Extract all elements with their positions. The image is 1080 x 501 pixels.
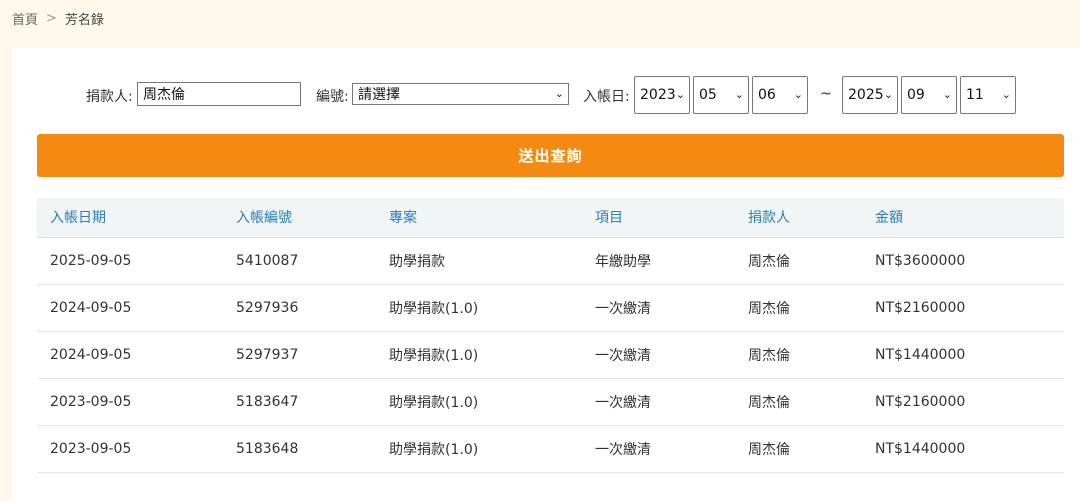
from-day-select[interactable]: 06 ⌄ <box>752 76 808 114</box>
date-range-separator: ~ <box>820 86 832 102</box>
chevron-down-icon: ⌄ <box>675 87 685 101</box>
column-header-date: 入帳日期 <box>37 198 223 238</box>
table-row: 2024-09-05 5297936 助學捐款(1.0) 一次繳清 周杰倫 NT… <box>37 284 1064 332</box>
cell-donor: 周杰倫 <box>735 425 862 473</box>
table-row: 2023-09-05 5183648 助學捐款(1.0) 一次繳清 周杰倫 NT… <box>37 425 1064 473</box>
cell-date: 2024-09-05 <box>37 284 223 332</box>
cell-project: 助學捐款(1.0) <box>376 378 582 426</box>
cell-item: 一次繳清 <box>582 425 735 473</box>
breadcrumb-current: 芳名錄 <box>64 13 104 28</box>
to-day-select[interactable]: 11 ⌄ <box>960 76 1016 114</box>
chevron-down-icon: ⌄ <box>554 86 564 100</box>
cell-amount: NT$1440000 <box>862 331 1064 379</box>
submit-query-button[interactable]: 送出查詢 <box>37 134 1064 177</box>
number-label: 編號: <box>316 89 349 105</box>
chevron-down-icon: ⌄ <box>1001 87 1011 101</box>
cell-date: 2023-09-05 <box>37 425 223 473</box>
donor-input[interactable] <box>137 82 301 106</box>
from-month-value: 05 <box>699 87 717 103</box>
table-header-row: 入帳日期 入帳編號 專案 項目 捐款人 金額 <box>37 198 1064 238</box>
number-select-value: 請選擇 <box>358 87 400 103</box>
cell-donor: 周杰倫 <box>735 284 862 332</box>
cell-project: 助學捐款(1.0) <box>376 425 582 473</box>
from-year-select[interactable]: 2023 ⌄ <box>634 76 690 114</box>
column-header-amount: 金額 <box>862 198 1064 238</box>
to-month-value: 09 <box>907 87 925 103</box>
from-month-select[interactable]: 05 ⌄ <box>693 76 749 114</box>
donor-label: 捐款人: <box>86 89 133 105</box>
table-row: 2023-09-05 5183647 助學捐款(1.0) 一次繳清 周杰倫 NT… <box>37 378 1064 426</box>
cell-item: 一次繳清 <box>582 331 735 379</box>
cell-number: 5410087 <box>223 237 376 285</box>
cell-amount: NT$3600000 <box>862 237 1064 285</box>
cell-item: 一次繳清 <box>582 284 735 332</box>
table-row: 2025-09-05 5410087 助學捐款 年繳助學 周杰倫 NT$3600… <box>37 237 1064 285</box>
search-card: 捐款人: 編號: 請選擇 ⌄ 入帳日: 2023 ⌄ 05 ⌄ 06 ⌄ ~ 2… <box>12 48 1080 501</box>
breadcrumb: 首頁 > 芳名錄 <box>12 9 104 28</box>
cell-number: 5297937 <box>223 331 376 379</box>
donation-table: 入帳日期 入帳編號 專案 項目 捐款人 金額 2025-09-05 541008… <box>37 198 1064 473</box>
cell-donor: 周杰倫 <box>735 331 862 379</box>
chevron-down-icon: ⌄ <box>883 87 893 101</box>
cell-amount: NT$2160000 <box>862 284 1064 332</box>
chevron-down-icon: ⌄ <box>793 87 803 101</box>
to-year-value: 2025 <box>848 87 884 103</box>
column-header-item: 項目 <box>582 198 735 238</box>
cell-number: 5183647 <box>223 378 376 426</box>
to-year-select[interactable]: 2025 ⌄ <box>842 76 898 114</box>
from-year-value: 2023 <box>640 87 676 103</box>
column-header-project: 專案 <box>376 198 582 238</box>
cell-donor: 周杰倫 <box>735 378 862 426</box>
cell-item: 年繳助學 <box>582 237 735 285</box>
cell-project: 助學捐款 <box>376 237 582 285</box>
cell-project: 助學捐款(1.0) <box>376 284 582 332</box>
cell-date: 2024-09-05 <box>37 331 223 379</box>
cell-date: 2025-09-05 <box>37 237 223 285</box>
column-header-number: 入帳編號 <box>223 198 376 238</box>
breadcrumb-separator: > <box>46 11 57 26</box>
table-row: 2024-09-05 5297937 助學捐款(1.0) 一次繳清 周杰倫 NT… <box>37 331 1064 379</box>
cell-amount: NT$1440000 <box>862 425 1064 473</box>
column-header-donor: 捐款人 <box>735 198 862 238</box>
cell-project: 助學捐款(1.0) <box>376 331 582 379</box>
cell-item: 一次繳清 <box>582 378 735 426</box>
chevron-down-icon: ⌄ <box>734 87 744 101</box>
from-day-value: 06 <box>758 87 776 103</box>
date-label: 入帳日: <box>583 89 630 105</box>
search-form: 捐款人: 編號: 請選擇 ⌄ 入帳日: 2023 ⌄ 05 ⌄ 06 ⌄ ~ 2… <box>12 76 1080 114</box>
to-day-value: 11 <box>966 87 984 103</box>
number-select[interactable]: 請選擇 ⌄ <box>352 83 569 105</box>
cell-donor: 周杰倫 <box>735 237 862 285</box>
chevron-down-icon: ⌄ <box>942 87 952 101</box>
cell-number: 5183648 <box>223 425 376 473</box>
cell-date: 2023-09-05 <box>37 378 223 426</box>
cell-amount: NT$2160000 <box>862 378 1064 426</box>
breadcrumb-home-link[interactable]: 首頁 <box>12 9 38 28</box>
to-month-select[interactable]: 09 ⌄ <box>901 76 957 114</box>
cell-number: 5297936 <box>223 284 376 332</box>
